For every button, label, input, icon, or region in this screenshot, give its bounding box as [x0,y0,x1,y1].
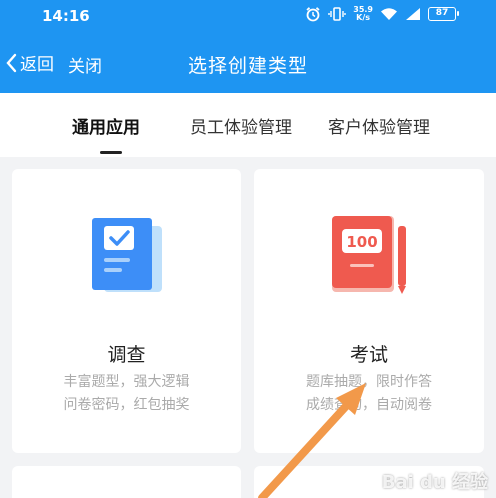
tab-employee-experience[interactable]: 员工体验管理 [190,113,292,138]
tab-general-apps[interactable]: 通用应用 [72,113,140,138]
active-tab-indicator [100,151,122,154]
exam-score-text: 100 [346,233,377,251]
page-title: 选择创建类型 [187,55,308,77]
navbar: 返回 关闭 选择创建类型 [0,40,496,88]
net-speed: 35.9 K/s [353,6,373,22]
card-survey[interactable]: 调查 丰富题型，强大逻辑 问卷密码，红包抽奖 [12,169,241,453]
signal-icon [405,7,421,21]
card-survey-desc-line2: 问卷密码，红包抽奖 [63,397,190,413]
survey-icon [92,218,162,292]
status-bar: 14:16 35.9 K/s 87 [0,0,496,32]
exam-icon: 100 [332,216,406,294]
tab-customer-experience[interactable]: 客户体验管理 [328,113,430,138]
card-exam[interactable]: 100 考试 题库抽题，限时作答 成绩查询，自动阅卷 [254,169,484,453]
app-header: 14:16 35.9 K/s 87 返回 关闭 选择创建类型 [0,0,496,93]
card-exam-title: 考试 [349,344,388,366]
status-time: 14:16 [42,7,90,25]
battery-indicator: 87 [428,7,459,21]
wifi-icon [380,7,398,21]
card-survey-title: 调查 [107,344,146,366]
net-speed-unit: K/s [356,13,371,22]
alarm-icon [305,6,321,22]
watermark: Bai du 经验 [381,472,488,493]
status-icons: 35.9 K/s 87 [305,6,459,22]
card-exam-desc-line2: 成绩查询，自动阅卷 [306,397,432,413]
card-exam-desc-line1: 题库抽题，限时作答 [306,374,432,390]
card-survey-desc-line1: 丰富题型，强大逻辑 [63,374,190,390]
tab-bar: 通用应用 员工体验管理 客户体验管理 [0,93,496,157]
vibrate-icon [328,6,346,22]
card-partial-left[interactable] [12,466,241,498]
